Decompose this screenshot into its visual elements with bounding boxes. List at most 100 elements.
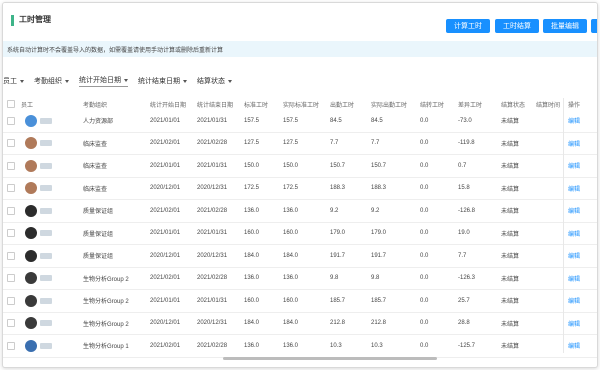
row-checkbox[interactable]: [7, 251, 15, 260]
cell-org: 临床监查: [83, 154, 150, 178]
filter-employee[interactable]: 员工: [3, 76, 24, 86]
cell-attend: 7.7: [330, 132, 371, 155]
row-checkbox[interactable]: [7, 184, 15, 193]
employee-cell: [21, 177, 83, 200]
edit-link[interactable]: 编辑: [568, 110, 597, 133]
cell-carry: 0.0: [420, 222, 458, 245]
cell-start: 2021/01/01: [150, 110, 197, 133]
settle-hours-button[interactable]: 工时结算: [495, 19, 539, 33]
cell-status: 未结算: [501, 132, 536, 155]
cell-end: 2021/01/31: [197, 110, 244, 133]
cell-status: 未结算: [501, 154, 536, 178]
cell-diff: -126.3: [458, 267, 501, 290]
employee-name-redacted: [40, 275, 52, 282]
cell-std: 136.0: [244, 199, 283, 223]
table-row: 质量保证组 2020/12/01 2020/12/31 184.0 184.0 191.7…: [3, 244, 597, 268]
cell-end: 2021/02/28: [197, 334, 244, 358]
edit-link[interactable]: 编辑: [568, 244, 597, 268]
row-checkbox[interactable]: [7, 341, 15, 350]
cell-attend: 10.3: [330, 334, 371, 358]
cell-diff: 19.0: [458, 222, 501, 245]
select-all-cell: [3, 98, 21, 110]
row-checkbox[interactable]: [7, 116, 15, 125]
edit-link[interactable]: 编辑: [568, 199, 597, 223]
table-row: 临床监查 2021/02/01 2021/02/28 127.5 127.5 7.7 7.7…: [3, 132, 597, 155]
row-checkbox[interactable]: [7, 161, 15, 170]
filter-label: 统计开始日期: [79, 77, 121, 84]
cell-actual_attend: 188.3: [371, 177, 420, 200]
cell-actual_attend: 7.7: [371, 132, 420, 155]
employee-name-redacted: [40, 207, 52, 214]
chevron-down-icon: [65, 79, 69, 83]
table-row: 生物分析Group 1 2021/02/01 2021/02/28 136.0 136.…: [3, 334, 597, 358]
employee-cell: [21, 132, 83, 155]
row-checkbox[interactable]: [7, 296, 15, 305]
avatar: [25, 182, 37, 195]
cell-end: 2021/01/31: [197, 222, 244, 245]
row-checkbox[interactable]: [7, 319, 15, 328]
row-select-cell: [3, 199, 21, 223]
edit-link[interactable]: 编辑: [568, 334, 597, 358]
cell-carry: 0.0: [420, 267, 458, 290]
row-select-cell: [3, 222, 21, 245]
table-header-row: 员工 考勤组织 统计开始日期 统计结束日期 标准工时 实际标准工时 出勤工时 实…: [3, 98, 597, 110]
edit-link[interactable]: 编辑: [568, 289, 597, 313]
cell-actual_attend: 9.2: [371, 199, 420, 223]
chevron-down-icon: [183, 79, 187, 83]
row-checkbox[interactable]: [7, 139, 15, 148]
edit-link[interactable]: 编辑: [568, 267, 597, 290]
cell-actual_std: 157.5: [283, 110, 330, 133]
cell-std: 157.5: [244, 110, 283, 133]
table-row: 生物分析Group 2 2021/01/01 2021/01/31 160.0 160.…: [3, 289, 597, 313]
employee-name-redacted: [40, 185, 52, 192]
cell-end: 2020/12/31: [197, 244, 244, 268]
edit-link[interactable]: 编辑: [568, 154, 597, 178]
filter-start-date[interactable]: 统计开始日期: [79, 75, 128, 87]
column-header: 实际标准工时: [283, 102, 320, 109]
chevron-down-icon: [228, 79, 232, 83]
employee-name-redacted: [40, 230, 52, 237]
edit-link[interactable]: 编辑: [568, 132, 597, 155]
select-all-checkbox[interactable]: [7, 100, 15, 108]
cell-actual_attend: 185.7: [371, 289, 420, 313]
row-select-cell: [3, 132, 21, 155]
cell-actual_std: 127.5: [283, 132, 330, 155]
cell-status: 未结算: [501, 334, 536, 358]
cell-carry: 0.0: [420, 312, 458, 335]
employee-cell: [21, 110, 83, 133]
filter-attendance-org[interactable]: 考勤组织: [34, 76, 69, 86]
cell-attend: 150.7: [330, 154, 371, 178]
cell-org: 质量保证组: [83, 222, 150, 245]
row-checkbox[interactable]: [7, 229, 15, 238]
cell-org: 生物分析Group 1: [83, 334, 150, 358]
employee-cell: [21, 289, 83, 313]
employee-cell: [21, 267, 83, 290]
cell-actual_std: 184.0: [283, 312, 330, 335]
cell-diff: 7.7: [458, 244, 501, 268]
batch-edit-button[interactable]: 批量编辑: [543, 19, 587, 33]
cell-attend: 179.0: [330, 222, 371, 245]
edit-link[interactable]: 编辑: [568, 222, 597, 245]
more-button-clipped[interactable]: [591, 19, 597, 33]
avatar: [25, 159, 37, 172]
column-header: 操作: [568, 102, 581, 109]
edit-link[interactable]: 编辑: [568, 177, 597, 200]
filter-end-date[interactable]: 统计结束日期: [138, 76, 187, 86]
cell-status: 未结算: [501, 110, 536, 133]
cell-start: 2020/12/01: [150, 312, 197, 335]
calculate-hours-button[interactable]: 计算工时: [446, 19, 490, 33]
employee-name-redacted: [40, 297, 52, 304]
cell-start: 2020/12/01: [150, 244, 197, 268]
cell-actual_attend: 179.0: [371, 222, 420, 245]
row-checkbox[interactable]: [7, 274, 15, 283]
chevron-down-icon: [124, 78, 128, 82]
horizontal-scrollbar[interactable]: [223, 357, 437, 360]
column-header: 实际出勤工时: [371, 102, 408, 109]
avatar: [25, 249, 37, 262]
avatar: [25, 294, 37, 307]
edit-link[interactable]: 编辑: [568, 312, 597, 335]
row-checkbox[interactable]: [7, 206, 15, 215]
cell-diff: 25.7: [458, 289, 501, 313]
cell-diff: 0.7: [458, 154, 501, 178]
filter-settlement-status[interactable]: 结算状态: [197, 76, 232, 86]
